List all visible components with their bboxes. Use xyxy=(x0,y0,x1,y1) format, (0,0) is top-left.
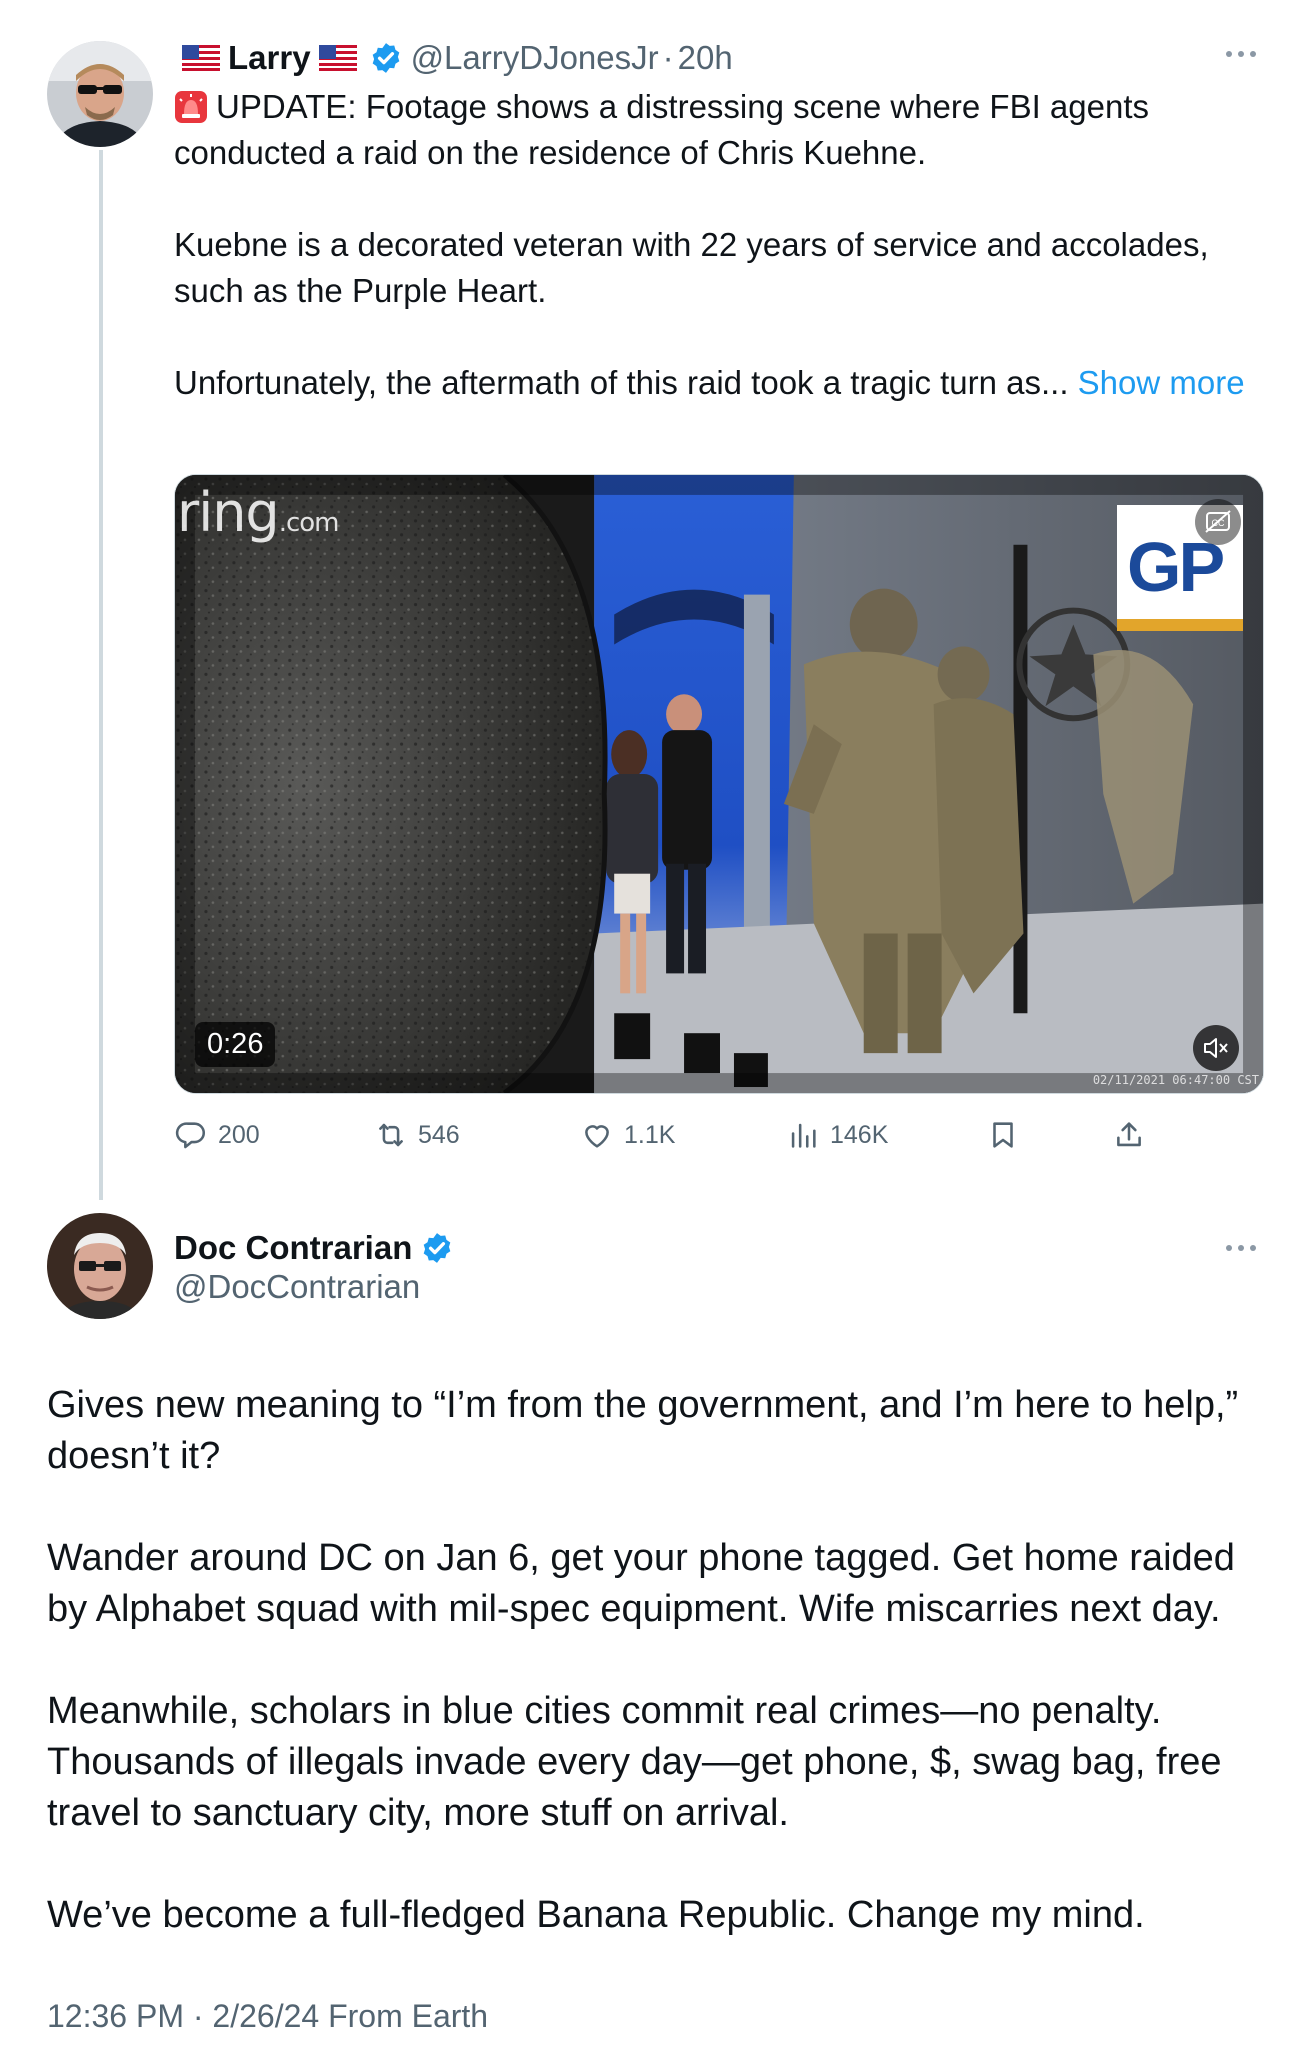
main-paragraph-1: Gives new meaning to “I’m from the gover… xyxy=(47,1384,1239,1477)
more-dots-icon[interactable] xyxy=(1221,42,1261,66)
share-icon xyxy=(1117,1122,1141,1147)
parent-text-line-2: Kuebne is a decorated veteran with 22 ye… xyxy=(174,226,1209,309)
main-paragraph-3: Meanwhile, scholars in blue cities commi… xyxy=(47,1690,1222,1834)
separator-dot: · xyxy=(662,39,674,76)
reply-count: 200 xyxy=(218,1120,260,1149)
parent-tweet-time[interactable]: 20h xyxy=(678,39,733,77)
tweet-meta-timestamp[interactable]: 12:36 PM · 2/26/24 From Earth xyxy=(47,1998,488,2035)
video-duration: 0:26 xyxy=(195,1022,276,1067)
like-button[interactable]: 1.1K xyxy=(580,1110,675,1160)
camera-timestamp: 02/11/2021 06:47:00 CST xyxy=(1092,1073,1259,1087)
reply-button[interactable]: 200 xyxy=(174,1110,260,1160)
views-button[interactable]: 146K xyxy=(786,1110,888,1160)
us-flag-icon xyxy=(182,45,220,71)
show-more-link[interactable]: Show more xyxy=(1078,364,1245,401)
bookmark-icon xyxy=(993,1122,1013,1148)
share-button[interactable] xyxy=(1112,1110,1146,1160)
avatar-doc-contrarian[interactable] xyxy=(47,1213,153,1319)
views-count: 146K xyxy=(830,1120,889,1149)
repost-icon xyxy=(379,1123,403,1147)
verified-badge-icon xyxy=(420,1231,454,1265)
views-icon xyxy=(791,1123,816,1148)
siren-emoji-icon xyxy=(174,90,208,124)
ring-watermark: ring.com xyxy=(177,481,340,544)
parent-action-bar: 200 546 1.1K 146K xyxy=(174,1110,1264,1160)
thread-connector-line xyxy=(99,150,103,1200)
bookmark-button[interactable] xyxy=(986,1110,1020,1160)
video-frame xyxy=(175,475,1263,1093)
main-author-name[interactable]: Doc Contrarian xyxy=(174,1229,412,1267)
video-player[interactable]: ring.com GP CC 0:26 02/11/2021 06:47:00 … xyxy=(174,474,1264,1094)
parent-tweet[interactable]: Larry @LarryDJonesJr · 20h UPDATE: Foota… xyxy=(0,0,1314,1200)
repost-count: 546 xyxy=(418,1120,460,1149)
repost-button[interactable]: 546 xyxy=(374,1110,460,1160)
muted-speaker-icon[interactable] xyxy=(1193,1025,1239,1071)
us-flag-icon xyxy=(318,45,357,71)
verified-badge-icon xyxy=(369,41,403,75)
like-count: 1.1K xyxy=(624,1120,676,1149)
main-author-row: Doc Contrarian xyxy=(174,1226,462,1270)
reply-icon xyxy=(175,1122,206,1149)
parent-text-line-3: Unfortunately, the aftermath of this rai… xyxy=(174,364,1069,401)
main-paragraph-4: We’ve become a full-fledged Banana Repub… xyxy=(47,1894,1145,1936)
parent-author-handle[interactable]: @LarryDJonesJr xyxy=(411,39,659,77)
main-tweet-text: Gives new meaning to “I’m from the gover… xyxy=(47,1380,1277,1941)
main-author-handle[interactable]: @DocContrarian xyxy=(174,1268,420,1306)
heart-icon xyxy=(585,1125,609,1148)
avatar-larry[interactable] xyxy=(47,41,153,147)
parent-author-row: Larry @LarryDJonesJr · 20h xyxy=(174,36,733,80)
parent-tweet-text: UPDATE: Footage shows a distressing scen… xyxy=(174,84,1254,406)
more-dots-icon[interactable] xyxy=(1221,1236,1261,1260)
captions-off-icon[interactable]: CC xyxy=(1195,499,1241,545)
parent-author-name[interactable]: Larry xyxy=(228,39,311,77)
parent-text-line-1: UPDATE: Footage shows a distressing scen… xyxy=(174,88,1149,171)
main-paragraph-2: Wander around DC on Jan 6, get your phon… xyxy=(47,1537,1235,1630)
